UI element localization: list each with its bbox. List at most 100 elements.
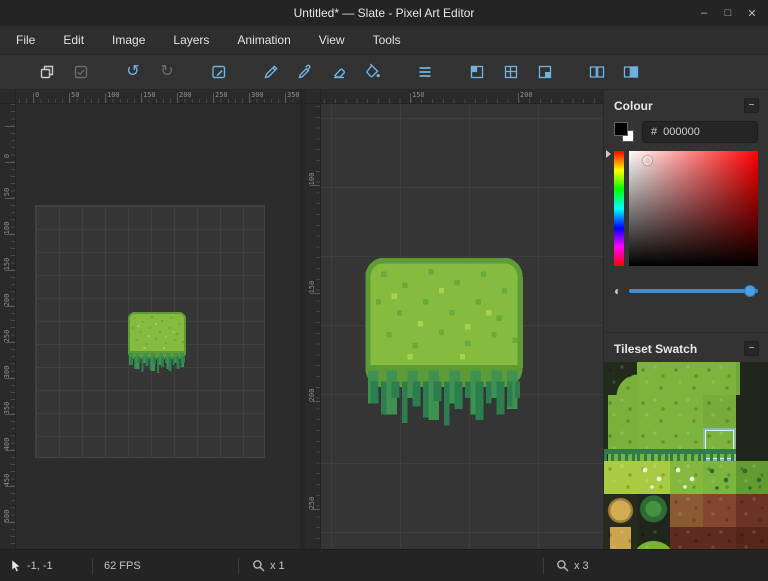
tileset-tile[interactable]	[637, 494, 670, 527]
eraser-tool-button[interactable]	[324, 59, 354, 85]
tileset-tile[interactable]	[736, 395, 768, 428]
hue-slider[interactable]	[614, 151, 624, 266]
tileset-tile[interactable]	[703, 461, 736, 494]
tileset-tile[interactable]	[670, 461, 703, 494]
tileset-tile[interactable]	[670, 494, 703, 527]
tileset-tile[interactable]	[736, 527, 768, 549]
tileset-tile[interactable]	[604, 461, 637, 494]
grass-sprite-zoomed	[360, 255, 528, 431]
select-confirm-button[interactable]	[66, 59, 96, 85]
maximize-button[interactable]: □	[716, 0, 740, 26]
drawing-canvas-right[interactable]	[321, 104, 603, 549]
menu-tools[interactable]: Tools	[359, 26, 415, 54]
hex-prefix: #	[651, 126, 657, 138]
tile-grid-mode-button[interactable]	[496, 59, 526, 85]
checkbox-icon	[72, 63, 90, 81]
tile-section-mode-button[interactable]	[530, 59, 560, 85]
tileset-tile[interactable]	[736, 494, 768, 527]
tileset-tile[interactable]	[736, 428, 768, 461]
status-divider	[92, 558, 93, 574]
hex-colour-input[interactable]: # 000000	[642, 121, 758, 143]
menu-animation[interactable]: Animation	[223, 26, 304, 54]
magnifier-icon	[556, 559, 569, 572]
tileset-tile[interactable]	[637, 428, 670, 461]
side-panel: Colour − # 000000	[603, 90, 768, 549]
redo-button[interactable]: ↻	[152, 59, 182, 85]
tileset-tile[interactable]	[736, 461, 768, 494]
status-divider	[543, 558, 544, 574]
saturation-lightness-picker[interactable]	[629, 151, 758, 266]
tileset-tile[interactable]	[703, 428, 736, 461]
opacity-slider-handle[interactable]	[744, 285, 756, 297]
fill-tool-button[interactable]	[358, 59, 388, 85]
tile-section-icon	[536, 63, 554, 81]
tileset-tile[interactable]	[670, 428, 703, 461]
duplicate-button[interactable]	[32, 59, 62, 85]
pencil-tool-button[interactable]	[256, 59, 286, 85]
close-button[interactable]: ✕	[740, 0, 764, 26]
eyedropper-icon	[296, 63, 314, 81]
vertical-ruler-left: 050100150200250300350400450500	[0, 104, 16, 549]
tileset-tile[interactable]	[670, 362, 703, 395]
tileset-tile[interactable]	[604, 362, 637, 395]
menu-layers[interactable]: Layers	[159, 26, 223, 54]
tileset-tile[interactable]	[670, 395, 703, 428]
tileset-tile[interactable]	[604, 527, 637, 549]
drawing-canvas-left[interactable]	[16, 104, 300, 549]
tile-corner-icon	[468, 63, 486, 81]
menu-edit[interactable]: Edit	[49, 26, 98, 54]
menu-view[interactable]: View	[305, 26, 359, 54]
status-divider	[238, 558, 239, 574]
tileset-tile[interactable]	[637, 362, 670, 395]
split-view-lock-button[interactable]	[616, 59, 646, 85]
hue-marker-icon[interactable]	[606, 150, 615, 158]
pane-right: 150200 100150200250	[305, 90, 603, 549]
foreground-colour-swatch	[614, 122, 628, 136]
tileset-tile[interactable]	[736, 362, 768, 395]
tile-corner-mode-button[interactable]	[462, 59, 492, 85]
tileset-tile[interactable]	[703, 395, 736, 428]
tile-grid-icon	[502, 63, 520, 81]
tileset-tile[interactable]	[604, 428, 637, 461]
tileset-tile[interactable]	[604, 494, 637, 527]
menu-image[interactable]: Image	[98, 26, 159, 54]
tileset-tile[interactable]	[703, 494, 736, 527]
tileset-tile[interactable]	[637, 395, 670, 428]
main-area: 050100150200250300350 050100150200250300…	[0, 90, 768, 549]
cursor-coordinates: -1, -1	[27, 560, 53, 572]
colour-panel-title: Colour	[614, 99, 653, 113]
fps-counter: 62 FPS	[104, 560, 141, 572]
undo-icon: ↺	[126, 64, 139, 80]
menu-file[interactable]: File	[2, 26, 49, 54]
window-title: Untitled* — Slate - Pixel Art Editor	[294, 6, 475, 20]
opacity-icon: ◐	[614, 285, 621, 297]
opacity-slider[interactable]	[629, 284, 758, 298]
duplicate-icon	[38, 63, 56, 81]
tileset-grid[interactable]	[604, 362, 768, 549]
tileset-tile[interactable]	[637, 461, 670, 494]
tileset-tile[interactable]	[703, 362, 736, 395]
foreground-background-swatch[interactable]	[614, 122, 634, 142]
minimize-button[interactable]: –	[692, 0, 716, 26]
tileset-tile[interactable]	[637, 527, 670, 549]
zoom-indicator-left[interactable]: x 1	[252, 550, 285, 581]
canvas-image[interactable]	[35, 205, 265, 458]
colour-collapse-button[interactable]: −	[744, 98, 759, 113]
zoom-indicator-right[interactable]: x 3	[556, 550, 589, 581]
horizontal-ruler-left: 050100150200250300350	[16, 90, 300, 104]
split-view-filled-icon	[622, 63, 640, 81]
grass-sprite	[126, 311, 188, 375]
pen-mode-button[interactable]	[204, 59, 234, 85]
vertical-ruler-right: 100150200250	[305, 104, 321, 549]
tileset-tile[interactable]	[703, 527, 736, 549]
tool-menu-button[interactable]	[410, 59, 440, 85]
eraser-icon	[330, 63, 348, 81]
undo-button[interactable]: ↺	[118, 59, 148, 85]
eyedropper-tool-button[interactable]	[290, 59, 320, 85]
split-view-button[interactable]	[582, 59, 612, 85]
tileset-tile[interactable]	[604, 395, 637, 428]
tileset-collapse-button[interactable]: −	[744, 341, 759, 356]
redo-icon: ↻	[160, 64, 173, 80]
tileset-tile[interactable]	[670, 527, 703, 549]
picker-cursor-icon[interactable]	[643, 156, 652, 165]
